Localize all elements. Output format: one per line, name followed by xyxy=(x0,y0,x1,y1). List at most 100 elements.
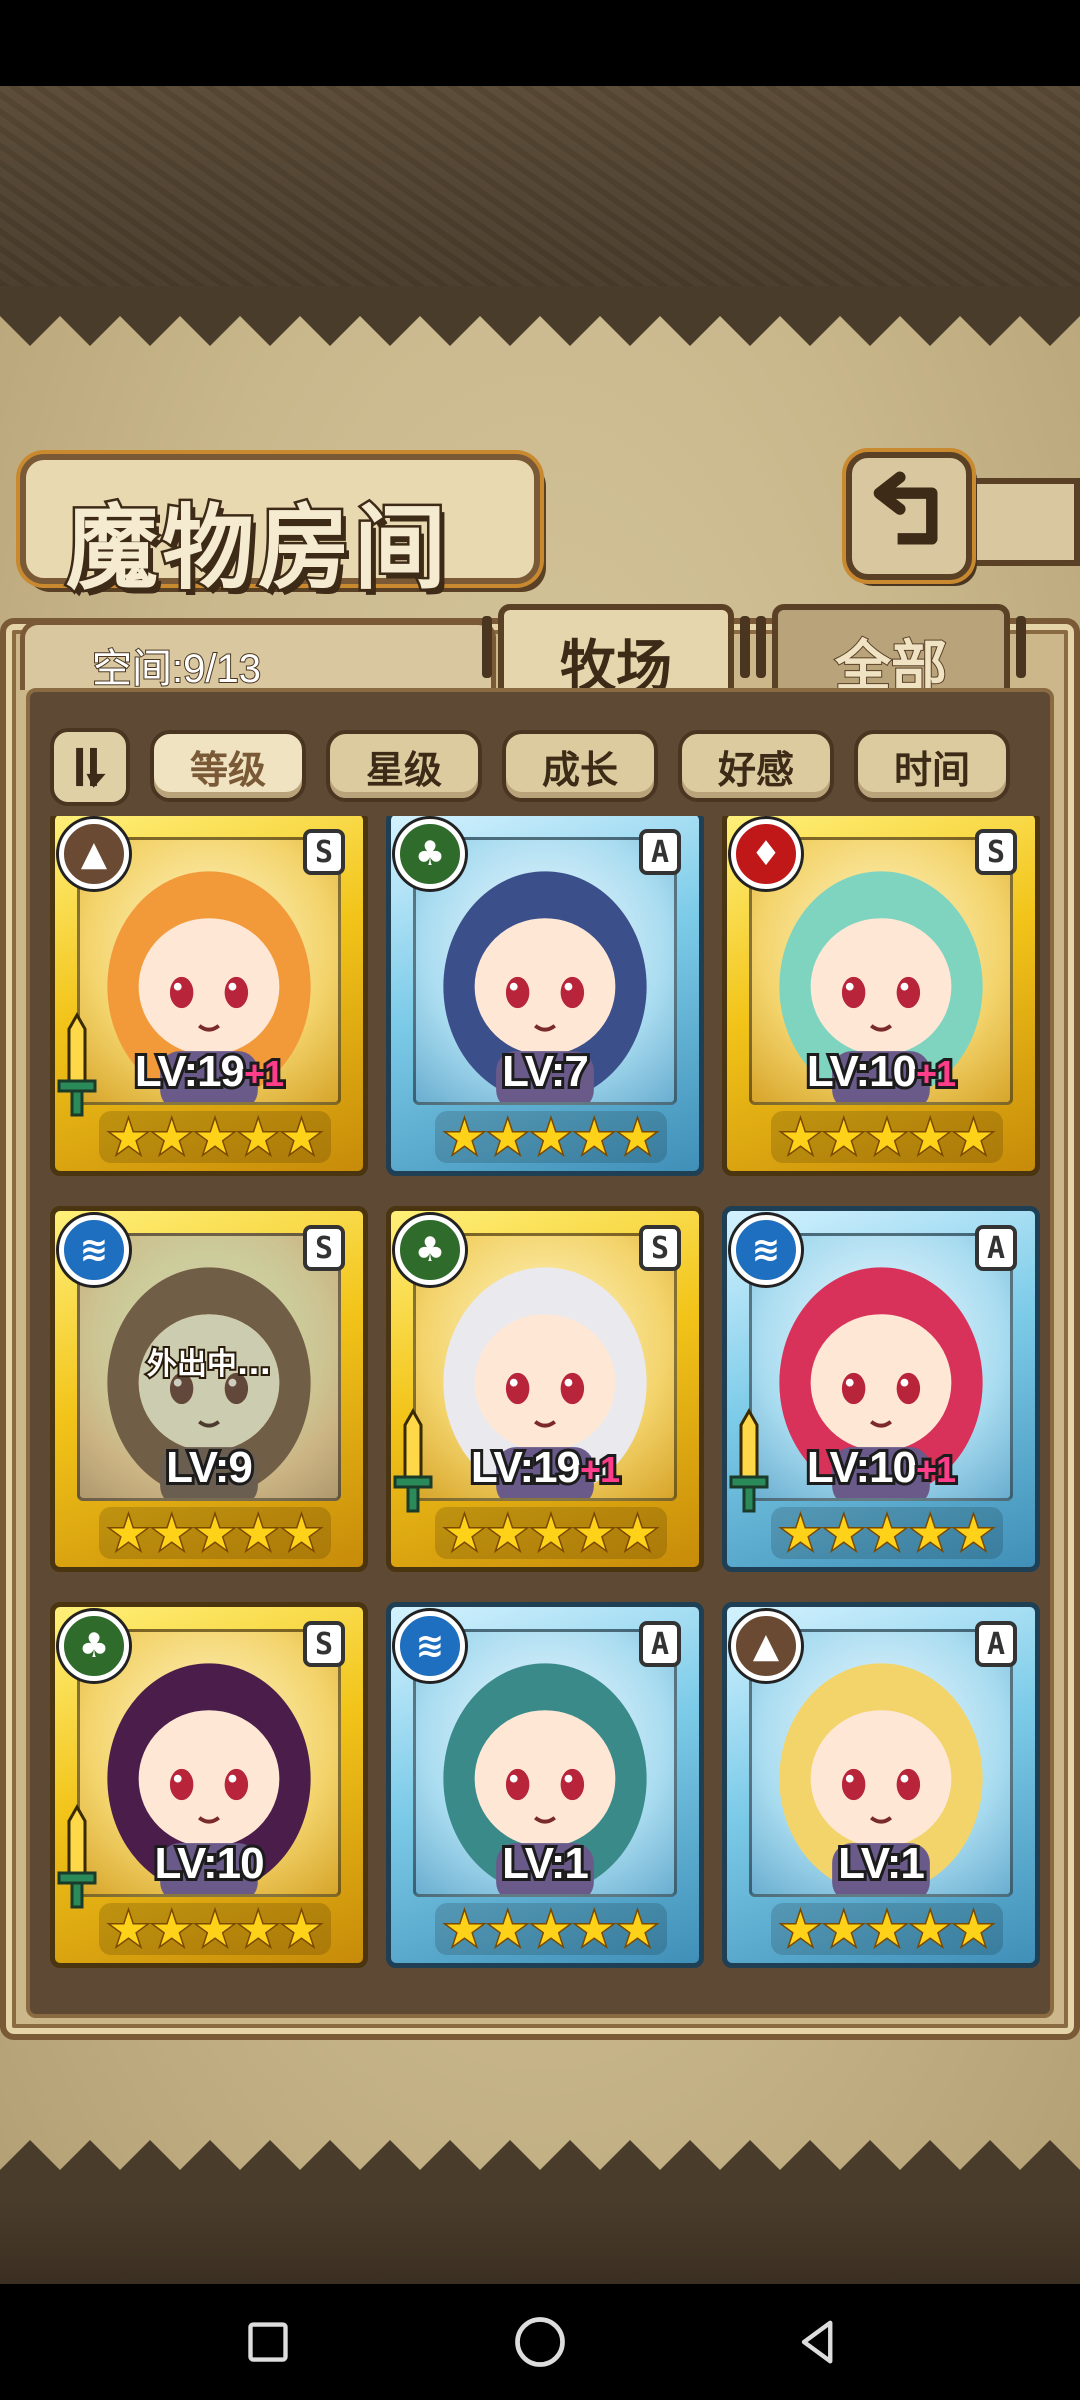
sort-button-time[interactable]: 时间 xyxy=(854,730,1010,802)
star-icon: ★ xyxy=(951,1902,995,1957)
monster-level: LV:1 xyxy=(391,1836,699,1891)
monster-card[interactable]: ≋ A LV:1 ★ ★ ★ ★ ★ xyxy=(386,1602,704,1968)
star-icon: ★ xyxy=(106,1506,150,1561)
star-icon: ★ xyxy=(615,1110,659,1165)
star-rating: ★ ★ ★ ★ ★ xyxy=(435,1506,667,1561)
monster-card[interactable]: ♣ S LV:10 ★ ★ ★ ★ ★ xyxy=(50,1602,368,1968)
star-rating: ★ ★ ★ ★ ★ xyxy=(771,1902,1003,1957)
star-icon: ★ xyxy=(572,1110,616,1165)
level-value: LV:10 xyxy=(151,1836,267,1891)
water-waves-icon: ≋ xyxy=(731,1215,801,1285)
star-rating: ★ ★ ★ ★ ★ xyxy=(99,1902,331,1957)
star-icon: ★ xyxy=(908,1506,952,1561)
return-arrow-icon xyxy=(873,471,938,545)
star-icon: ★ xyxy=(951,1110,995,1165)
monster-level: LV:10+1 xyxy=(727,1440,1035,1495)
monster-card[interactable]: ≋ S 外出中... LV:9 ★ ★ ★ ★ ★ xyxy=(50,1206,368,1572)
sort-bar: 等级 星级 成长 好感 时间 xyxy=(30,716,1050,816)
star-icon: ★ xyxy=(193,1902,237,1957)
star-icon: ★ xyxy=(279,1506,323,1561)
rank-badge: A xyxy=(639,829,681,875)
monster-card[interactable]: ♣ A LV:7 ★ ★ ★ ★ ★ xyxy=(386,816,704,1176)
level-bonus: +1 xyxy=(913,1050,959,1097)
zigzag-bottom-edge xyxy=(0,2140,1080,2200)
star-rating: ★ ★ ★ ★ ★ xyxy=(771,1506,1003,1561)
star-icon: ★ xyxy=(106,1902,150,1957)
star-icon: ★ xyxy=(908,1902,952,1957)
status-bar xyxy=(0,0,1080,86)
star-icon: ★ xyxy=(150,1902,194,1957)
level-value: LV:19 xyxy=(132,1044,248,1099)
star-icon: ★ xyxy=(442,1110,486,1165)
star-icon: ★ xyxy=(486,1506,530,1561)
star-icon: ★ xyxy=(442,1506,486,1561)
page-title: 魔物房间 xyxy=(63,492,451,605)
rank-badge: S xyxy=(303,829,345,875)
monster-card[interactable]: ▲ A LV:1 ★ ★ ★ ★ ★ xyxy=(722,1602,1040,1968)
level-value: LV:10 xyxy=(804,1440,920,1495)
tab-post xyxy=(1016,616,1026,678)
back-triangle-icon[interactable] xyxy=(786,2310,850,2374)
star-icon: ★ xyxy=(236,1110,280,1165)
title-banner: 魔物房间 xyxy=(20,454,540,605)
level-bonus: +1 xyxy=(913,1446,959,1493)
star-icon: ★ xyxy=(150,1110,194,1165)
sort-order-icon xyxy=(76,747,106,788)
star-icon: ★ xyxy=(865,1506,909,1561)
star-rating: ★ ★ ★ ★ ★ xyxy=(99,1110,331,1165)
monster-level: LV:10 xyxy=(55,1836,363,1891)
level-bonus: +1 xyxy=(241,1050,287,1097)
monster-level: LV:9 xyxy=(55,1440,363,1495)
star-icon: ★ xyxy=(908,1110,952,1165)
rank-badge: S xyxy=(975,829,1017,875)
star-icon: ★ xyxy=(778,1506,822,1561)
monster-level: LV:19+1 xyxy=(55,1044,363,1099)
star-icon: ★ xyxy=(778,1902,822,1957)
star-icon: ★ xyxy=(529,1506,573,1561)
star-icon: ★ xyxy=(865,1902,909,1957)
monster-card[interactable]: ≋ A LV:10+1 ★ ★ ★ ★ ★ xyxy=(722,1206,1040,1572)
rank-badge: S xyxy=(303,1621,345,1667)
star-icon: ★ xyxy=(822,1110,866,1165)
star-rating: ★ ★ ★ ★ ★ xyxy=(771,1110,1003,1165)
rank-badge: A xyxy=(975,1225,1017,1271)
star-icon: ★ xyxy=(822,1902,866,1957)
star-rating: ★ ★ ★ ★ ★ xyxy=(99,1506,331,1561)
sort-order-toggle[interactable] xyxy=(50,728,130,806)
star-icon: ★ xyxy=(822,1506,866,1561)
mountain-icon: ▲ xyxy=(731,1611,801,1681)
sort-button-growth[interactable]: 成长 xyxy=(502,730,658,802)
level-value: LV:19 xyxy=(468,1440,584,1495)
star-icon: ★ xyxy=(193,1110,237,1165)
home-circle-icon[interactable] xyxy=(508,2310,572,2374)
return-button[interactable] xyxy=(846,452,972,580)
star-icon: ★ xyxy=(778,1110,822,1165)
star-icon: ★ xyxy=(150,1506,194,1561)
sort-button-level[interactable]: 等级 xyxy=(150,730,306,802)
monster-level: LV:19+1 xyxy=(391,1440,699,1495)
rank-badge: A xyxy=(639,1621,681,1667)
star-icon: ★ xyxy=(615,1902,659,1957)
level-value: LV:9 xyxy=(163,1440,256,1495)
star-icon: ★ xyxy=(529,1902,573,1957)
sort-button-affection[interactable]: 好感 xyxy=(678,730,834,802)
level-value: LV:1 xyxy=(835,1836,928,1891)
zigzag-top-edge xyxy=(0,286,1080,346)
monster-level: LV:1 xyxy=(727,1836,1035,1891)
star-icon: ★ xyxy=(236,1506,280,1561)
monster-card[interactable]: ▲ S LV:19+1 ★ ★ ★ ★ ★ xyxy=(50,816,368,1176)
monster-level: LV:7 xyxy=(391,1044,699,1099)
star-icon: ★ xyxy=(951,1506,995,1561)
monster-level: LV:10+1 xyxy=(727,1044,1035,1099)
recents-square-icon[interactable] xyxy=(236,2310,300,2374)
sort-button-stars[interactable]: 星级 xyxy=(326,730,482,802)
top-background xyxy=(0,86,1080,286)
star-icon: ★ xyxy=(279,1110,323,1165)
monster-card[interactable]: ♣ S LV:19+1 ★ ★ ★ ★ ★ xyxy=(386,1206,704,1572)
tab-post xyxy=(740,616,750,678)
water-waves-icon: ≋ xyxy=(59,1215,129,1285)
star-icon: ★ xyxy=(529,1110,573,1165)
leaf-icon: ♣ xyxy=(59,1611,129,1681)
star-icon: ★ xyxy=(106,1110,150,1165)
monster-card[interactable]: ♦ S LV:10+1 ★ ★ ★ ★ ★ xyxy=(722,816,1040,1176)
